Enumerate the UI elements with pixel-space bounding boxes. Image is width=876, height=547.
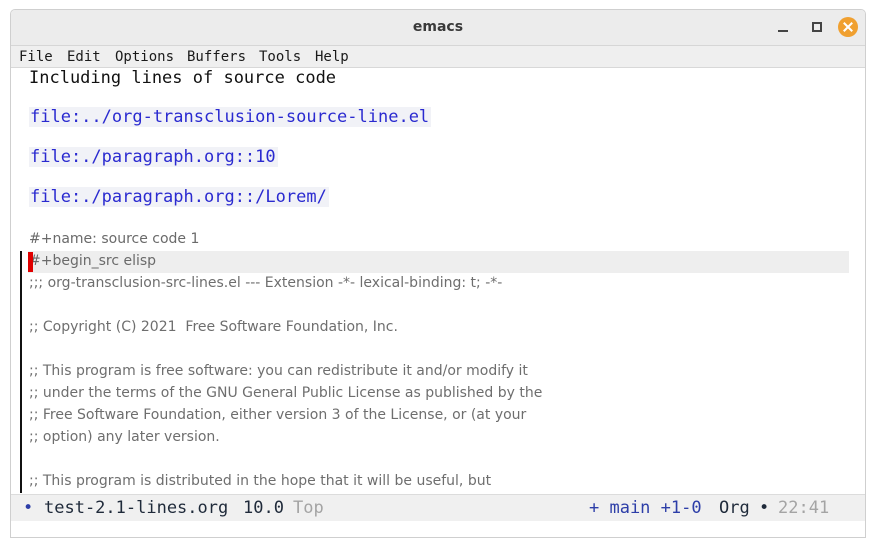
- mode-separator: •: [759, 498, 770, 518]
- link-source-line[interactable]: file:../org-transclusion-source-line.el: [29, 107, 432, 127]
- cursor-position: 10.0: [243, 498, 284, 518]
- menu-file[interactable]: File: [19, 48, 53, 66]
- menu-options[interactable]: Options: [115, 48, 174, 66]
- code-line: ;; under the terms of the GNU General Pu…: [29, 385, 543, 401]
- window-title: emacs: [412, 19, 464, 35]
- begin-src-line: #+begin_src elisp: [29, 253, 157, 269]
- code-line: ;; This program is free software: you ca…: [29, 363, 528, 379]
- menu-edit[interactable]: Edit: [67, 48, 101, 66]
- menu-bar: File Edit Options Buffers Tools Help: [11, 46, 865, 68]
- text-cursor: [28, 252, 33, 272]
- menu-tools[interactable]: Tools: [259, 48, 301, 66]
- menu-help[interactable]: Help: [315, 48, 349, 66]
- vc-branch[interactable]: + main +1-0: [589, 495, 702, 521]
- close-icon[interactable]: [838, 17, 858, 37]
- editor-buffer[interactable]: Including lines of source code file:../o…: [11, 68, 865, 493]
- mode-line[interactable]: • test-2.1-lines.org 10.0 Top + main +1-…: [11, 494, 865, 521]
- transclusion-fringe: [20, 251, 22, 493]
- emacs-window: emacs File Edit Options Buffers Tools He…: [10, 9, 866, 538]
- code-line: ;; Copyright (C) 2021 Free Software Foun…: [29, 319, 398, 335]
- link-paragraph-line[interactable]: file:./paragraph.org::10: [29, 147, 278, 167]
- link-paragraph-search[interactable]: file:./paragraph.org::/Lorem/: [29, 187, 329, 207]
- code-line: ;; Free Software Foundation, either vers…: [29, 407, 527, 423]
- org-heading: Including lines of source code: [29, 68, 337, 88]
- code-line: ;; This program is distributed in the ho…: [29, 473, 492, 489]
- modified-bullet: •: [23, 498, 34, 518]
- echo-area: [11, 521, 865, 537]
- minimize-icon[interactable]: [773, 17, 793, 37]
- src-name-line: #+name: source code 1: [29, 231, 200, 247]
- title-bar[interactable]: emacs: [11, 10, 865, 46]
- clock-time: 22:41: [778, 498, 830, 518]
- buffer-name[interactable]: test-2.1-lines.org: [44, 495, 228, 521]
- scroll-position: Top: [293, 498, 324, 518]
- code-line: ;; option) any later version.: [29, 429, 220, 445]
- major-mode[interactable]: Org: [719, 495, 750, 521]
- code-line: ;;; org-transclusion-src-lines.el --- Ex…: [29, 275, 503, 291]
- menu-buffers[interactable]: Buffers: [187, 48, 246, 66]
- maximize-icon[interactable]: [807, 17, 827, 37]
